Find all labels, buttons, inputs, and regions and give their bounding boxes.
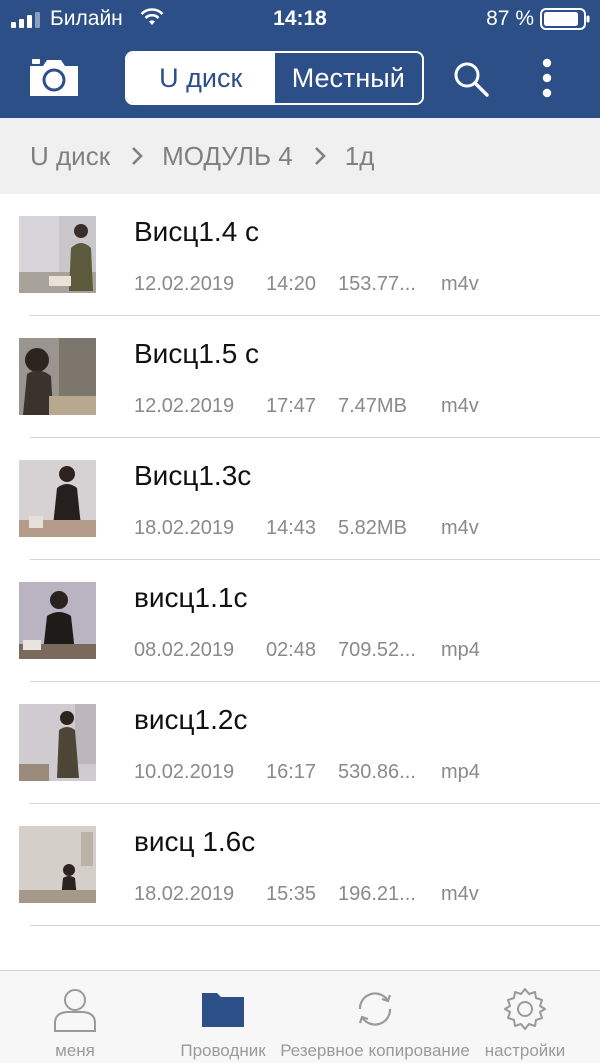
list-item[interactable]: Висц1.4 с 12.02.2019 14:20 153.77... m4v [0, 194, 600, 316]
tab-label: меня [55, 1041, 95, 1060]
video-thumbnail [19, 460, 96, 537]
file-name: висц1.1с [134, 582, 248, 613]
chevron-right-icon [314, 147, 326, 165]
breadcrumb: U диск МОДУЛЬ 4 1д [0, 118, 600, 194]
file-time: 02:48 [266, 639, 317, 661]
file-extension: mp4 [441, 639, 480, 661]
file-extension: m4v [441, 273, 479, 295]
camera-icon[interactable] [28, 56, 80, 98]
video-thumbnail [19, 582, 96, 659]
tab-label: Резервное копирование [280, 1041, 470, 1060]
video-thumbnail [19, 704, 96, 781]
tab-backup[interactable]: Резервное копирование [280, 971, 470, 1063]
tab-profile[interactable]: меня [25, 971, 125, 1063]
file-size: 153.77... [338, 273, 416, 295]
file-date: 08.02.2019 [134, 639, 235, 661]
file-name: висц 1.6с [134, 826, 256, 857]
list-item[interactable]: висц1.1с 08.02.2019 02:48 709.52... mp4 [0, 560, 600, 682]
file-date: 18.02.2019 [134, 883, 235, 905]
file-extension: m4v [441, 517, 479, 539]
list-item[interactable]: Висц1.3с 18.02.2019 14:43 5.82MB m4v [0, 438, 600, 560]
person-icon [54, 989, 96, 1032]
file-list: Висц1.4 с 12.02.2019 14:20 153.77... m4v… [0, 194, 600, 926]
row-divider [30, 925, 600, 926]
tab-label: настройки [484, 1041, 566, 1060]
top-header: Билайн 14:18 87 % U диск Местный [0, 0, 600, 118]
tab-label: Проводник [180, 1041, 266, 1060]
file-time: 14:20 [266, 273, 317, 295]
storage-segmented-control: U диск Местный [125, 51, 424, 105]
tab-explorer[interactable]: Проводник [160, 971, 286, 1063]
file-date: 10.02.2019 [134, 761, 235, 783]
file-name: висц1.2с [134, 704, 248, 735]
file-date: 12.02.2019 [134, 273, 235, 295]
folder-icon [202, 993, 244, 1027]
list-item[interactable]: висц 1.6с 18.02.2019 15:35 196.21... m4v [0, 804, 600, 926]
more-vertical-icon[interactable] [536, 58, 558, 98]
battery-icon [540, 8, 590, 30]
search-icon[interactable] [452, 60, 490, 98]
file-name: Висц1.3с [134, 460, 252, 491]
file-extension: m4v [441, 395, 479, 417]
chevron-right-icon [132, 147, 143, 165]
file-extension: m4v [441, 883, 479, 905]
file-size: 530.86... [338, 761, 416, 783]
file-date: 18.02.2019 [134, 517, 235, 539]
file-size: 7.47MB [338, 395, 407, 417]
file-time: 14:43 [266, 517, 317, 539]
battery-percent: 87 % [486, 7, 534, 30]
list-item[interactable]: висц1.2с 10.02.2019 16:17 530.86... mp4 [0, 682, 600, 804]
tab-settings[interactable]: настройки [470, 971, 580, 1063]
bottom-tab-bar: меня Проводник Резервное копирование нас… [0, 970, 600, 1063]
video-thumbnail [19, 216, 96, 293]
file-size: 196.21... [338, 883, 416, 905]
file-size: 709.52... [338, 639, 416, 661]
breadcrumb-item-current[interactable]: 1д [345, 141, 375, 172]
breadcrumb-item-module[interactable]: МОДУЛЬ 4 [162, 141, 293, 172]
list-item[interactable]: Висц1.5 с 12.02.2019 17:47 7.47MB m4v [0, 316, 600, 438]
file-name: Висц1.5 с [134, 338, 260, 369]
video-thumbnail [19, 826, 96, 903]
file-size: 5.82MB [338, 517, 407, 539]
status-bar: Билайн 14:18 87 % [0, 0, 600, 38]
file-time: 15:35 [266, 883, 317, 905]
tab-local[interactable]: Местный [275, 53, 423, 103]
tab-u-disk[interactable]: U диск [127, 53, 275, 103]
breadcrumb-item-root[interactable]: U диск [30, 141, 110, 172]
video-thumbnail [19, 338, 96, 415]
file-time: 16:17 [266, 761, 317, 783]
file-name: Висц1.4 с [134, 216, 260, 247]
file-time: 17:47 [266, 395, 317, 417]
sync-icon [358, 992, 392, 1026]
file-date: 12.02.2019 [134, 395, 235, 417]
file-extension: mp4 [441, 761, 480, 783]
navigation-bar: U диск Местный [0, 38, 600, 118]
gear-icon [504, 988, 546, 1030]
